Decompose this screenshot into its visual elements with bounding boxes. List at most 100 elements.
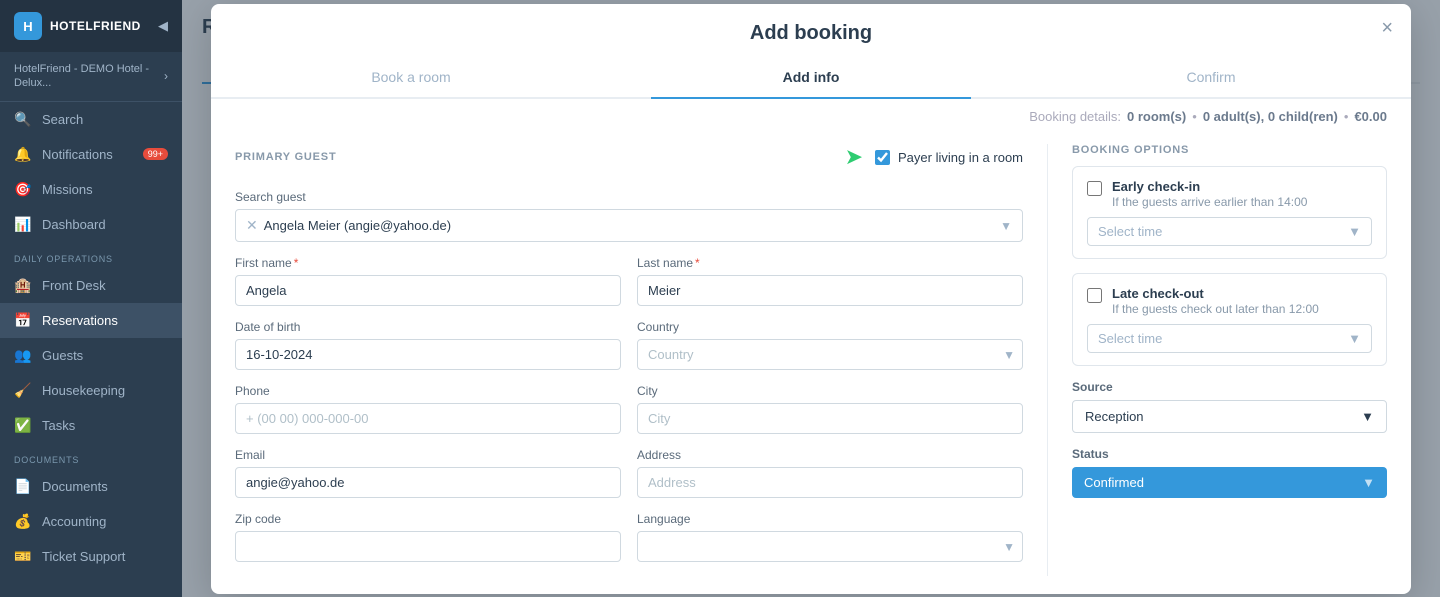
payer-row: ➤ Payer living in a room bbox=[845, 144, 1023, 170]
ticket-icon: 🎫 bbox=[14, 548, 32, 565]
email-input[interactable] bbox=[235, 467, 621, 498]
source-label: Source bbox=[1072, 380, 1387, 394]
sidebar-item-accounting[interactable]: 💰 Accounting bbox=[0, 504, 182, 539]
country-group: Country Country ▼ bbox=[637, 320, 1023, 370]
step-book-room[interactable]: Book a room bbox=[211, 59, 611, 97]
sidebar-item-ticket-support[interactable]: 🎫 Ticket Support bbox=[0, 539, 182, 574]
sidebar-item-label: Front Desk bbox=[42, 278, 106, 293]
logo-icon: H bbox=[14, 12, 42, 40]
country-select[interactable]: Country bbox=[637, 339, 1023, 370]
main-content: Reservations Re... Add booking × Book a … bbox=[182, 0, 1440, 597]
sidebar-item-front-desk[interactable]: 🏨 Front Desk bbox=[0, 268, 182, 303]
late-checkout-title: Late check-out bbox=[1112, 286, 1319, 301]
guest-tag[interactable]: ✕ Angela Meier (angie@yahoo.de) ▼ bbox=[235, 209, 1023, 242]
sidebar-item-label: Reservations bbox=[42, 313, 118, 328]
modal-steps: Book a room Add info Confirm bbox=[211, 59, 1411, 99]
sidebar-item-dashboard[interactable]: 📊 Dashboard bbox=[0, 207, 182, 242]
remove-guest-icon[interactable]: ✕ bbox=[246, 217, 258, 234]
city-group: City bbox=[637, 384, 1023, 434]
sidebar-item-label: Ticket Support bbox=[42, 549, 125, 564]
country-label: Country bbox=[637, 320, 1023, 334]
source-value: Reception bbox=[1085, 409, 1144, 424]
early-checkin-placeholder: Select time bbox=[1098, 224, 1162, 239]
step-confirm[interactable]: Confirm bbox=[1011, 59, 1411, 97]
city-input[interactable] bbox=[637, 403, 1023, 434]
tasks-icon: ✅ bbox=[14, 417, 32, 434]
last-name-input[interactable] bbox=[637, 275, 1023, 306]
language-group: Language ▼ bbox=[637, 512, 1023, 562]
phone-city-row: Phone City bbox=[235, 384, 1023, 434]
dob-group: Date of birth bbox=[235, 320, 621, 370]
collapse-icon[interactable]: ◀ bbox=[158, 18, 168, 34]
guest-dropdown-icon: ▼ bbox=[1000, 219, 1012, 233]
language-select[interactable] bbox=[637, 531, 1023, 562]
source-chevron-icon: ▼ bbox=[1361, 409, 1374, 424]
address-group: Address bbox=[637, 448, 1023, 498]
step-add-info[interactable]: Add info bbox=[611, 59, 1011, 97]
first-name-label: First name* bbox=[235, 256, 621, 270]
modal-body: PRIMARY GUEST ➤ Payer living in a room S… bbox=[211, 128, 1411, 594]
early-checkin-time-select[interactable]: Select time ▼ bbox=[1087, 217, 1372, 246]
late-checkout-checkbox[interactable] bbox=[1087, 288, 1102, 303]
booking-guests: 0 adult(s), 0 child(ren) bbox=[1203, 109, 1338, 124]
early-checkin-checkbox[interactable] bbox=[1087, 181, 1102, 196]
modal-close-button[interactable]: × bbox=[1381, 18, 1393, 38]
status-label: Status bbox=[1072, 447, 1387, 461]
payer-checkbox[interactable] bbox=[875, 150, 890, 165]
address-input[interactable] bbox=[637, 467, 1023, 498]
housekeeping-icon: 🧹 bbox=[14, 382, 32, 399]
sidebar-item-reservations[interactable]: 📅 Reservations bbox=[0, 303, 182, 338]
sidebar-item-label: Accounting bbox=[42, 514, 106, 529]
missions-icon: 🎯 bbox=[14, 181, 32, 198]
dob-label: Date of birth bbox=[235, 320, 621, 334]
sidebar-item-label: Notifications bbox=[42, 147, 113, 162]
hotel-chevron-icon: › bbox=[164, 69, 168, 83]
booking-options-label: BOOKING OPTIONS bbox=[1072, 144, 1387, 156]
phone-label: Phone bbox=[235, 384, 621, 398]
section-label-daily: DAILY OPERATIONS bbox=[0, 242, 182, 268]
zip-language-row: Zip code Language ▼ bbox=[235, 512, 1023, 562]
booking-price: €0.00 bbox=[1354, 109, 1387, 124]
booking-details-bar: Booking details: 0 room(s) • 0 adult(s),… bbox=[211, 99, 1411, 128]
zip-input[interactable] bbox=[235, 531, 621, 562]
phone-input[interactable] bbox=[235, 403, 621, 434]
sidebar-logo: H HOTELFRIEND ◀ bbox=[0, 0, 182, 52]
late-checkout-time-select[interactable]: Select time ▼ bbox=[1087, 324, 1372, 353]
sidebar-hotel[interactable]: HotelFriend - DEMO Hotel - Delux... › bbox=[0, 52, 182, 102]
modal-overlay: Add booking × Book a room Add info Confi… bbox=[182, 0, 1440, 597]
late-checkout-desc: If the guests check out later than 12:00 bbox=[1112, 302, 1319, 316]
sidebar-item-label: Tasks bbox=[42, 418, 75, 433]
status-value: Confirmed bbox=[1084, 475, 1144, 490]
sidebar-item-housekeeping[interactable]: 🧹 Housekeeping bbox=[0, 373, 182, 408]
accounting-icon: 💰 bbox=[14, 513, 32, 530]
add-booking-modal: Add booking × Book a room Add info Confi… bbox=[211, 4, 1411, 594]
sidebar-item-documents[interactable]: 📄 Documents bbox=[0, 469, 182, 504]
sidebar-item-notifications[interactable]: 🔔 Notifications 99+ bbox=[0, 137, 182, 172]
country-select-wrap: Country ▼ bbox=[637, 339, 1023, 370]
sidebar-item-missions[interactable]: 🎯 Missions bbox=[0, 172, 182, 207]
booking-details-label: Booking details: bbox=[1029, 109, 1121, 124]
dob-country-row: Date of birth Country Country ▼ bbox=[235, 320, 1023, 370]
booking-rooms: 0 room(s) bbox=[1127, 109, 1186, 124]
language-select-wrap: ▼ bbox=[637, 531, 1023, 562]
dot2: • bbox=[1344, 109, 1349, 124]
city-label: City bbox=[637, 384, 1023, 398]
search-guest-group: Search guest ✕ Angela Meier (angie@yahoo… bbox=[235, 190, 1023, 242]
payer-checkbox-label: Payer living in a room bbox=[898, 150, 1023, 165]
sidebar-item-search[interactable]: 🔍 Search bbox=[0, 102, 182, 137]
sidebar-item-label: Search bbox=[42, 112, 83, 127]
dob-input[interactable] bbox=[235, 339, 621, 370]
early-checkin-desc: If the guests arrive earlier than 14:00 bbox=[1112, 195, 1307, 209]
dashboard-icon: 📊 bbox=[14, 216, 32, 233]
email-group: Email bbox=[235, 448, 621, 498]
status-select[interactable]: Confirmed ▼ bbox=[1072, 467, 1387, 498]
hotel-name: HotelFriend - DEMO Hotel - Delux... bbox=[14, 62, 164, 91]
early-checkin-option: Early check-in If the guests arrive earl… bbox=[1072, 166, 1387, 259]
first-name-input[interactable] bbox=[235, 275, 621, 306]
source-select[interactable]: Reception ▼ bbox=[1072, 400, 1387, 433]
app-name: HOTELFRIEND bbox=[50, 19, 141, 33]
guest-tag-value: Angela Meier (angie@yahoo.de) bbox=[264, 218, 451, 233]
language-label: Language bbox=[637, 512, 1023, 526]
sidebar-item-tasks[interactable]: ✅ Tasks bbox=[0, 408, 182, 443]
sidebar-item-guests[interactable]: 👥 Guests bbox=[0, 338, 182, 373]
